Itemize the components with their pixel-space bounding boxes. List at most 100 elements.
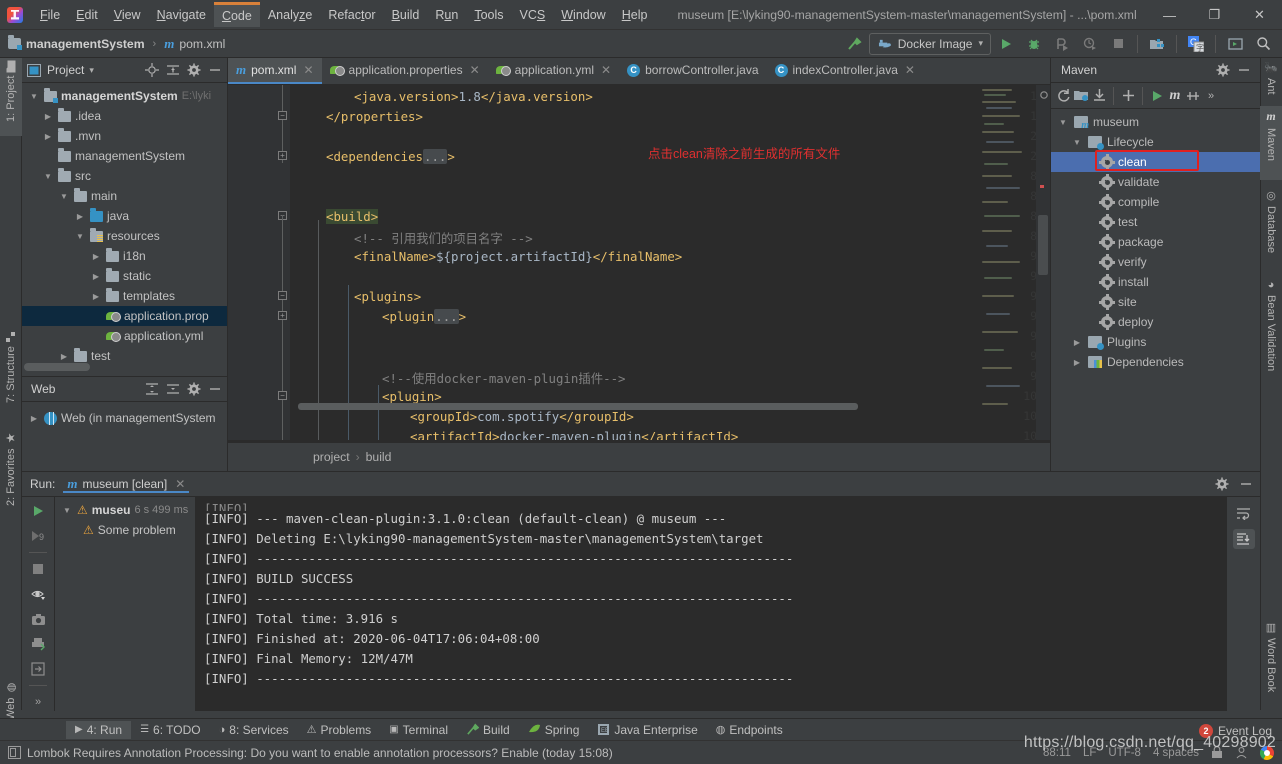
hide-panel-icon[interactable] <box>207 381 223 397</box>
more-options-icon[interactable]: » <box>1203 88 1219 104</box>
maven-tree[interactable]: ▼ museum ▼ Lifecycle clean validate comp… <box>1051 109 1260 372</box>
run-test-tree[interactable]: ▼ ⚠ museu 6 s 499 ms ⚠ Some problem <box>55 497 196 711</box>
generate-sources-icon[interactable] <box>1073 88 1089 104</box>
breadcrumb-project[interactable]: project <box>313 450 350 464</box>
tree-item-src[interactable]: ▼ src <box>22 166 227 186</box>
maven-goal-validate[interactable]: validate <box>1051 172 1260 192</box>
close-button[interactable]: ✕ <box>1237 0 1282 30</box>
hide-panel-icon[interactable] <box>1238 476 1254 492</box>
tree-item-i18n[interactable]: ▶ i18n <box>22 246 227 266</box>
run-maven-goal-icon[interactable] <box>1149 88 1165 104</box>
menu-help[interactable]: Help <box>614 4 656 26</box>
maven-goal-deploy[interactable]: deploy <box>1051 312 1260 332</box>
menu-code[interactable]: Code <box>214 2 260 27</box>
bottom-tab-run[interactable]: ▶ 4: Run <box>66 721 131 739</box>
bottom-tab-endpoints[interactable]: ◍ Endpoints <box>707 721 792 739</box>
maven-goal-verify[interactable]: verify <box>1051 252 1260 272</box>
expand-arrow-icon[interactable]: ▼ <box>58 192 70 201</box>
search-icon[interactable] <box>1250 32 1276 56</box>
sidebar-tab-favorites[interactable]: 2: Favorites ★ <box>0 428 22 528</box>
close-icon[interactable]: ✕ <box>303 63 313 77</box>
breadcrumb-file[interactable]: pom.xml <box>179 37 225 51</box>
debug-button[interactable] <box>1021 32 1047 56</box>
tree-item-mvn[interactable]: ▶ .mvn <box>22 126 227 146</box>
add-maven-project-icon[interactable] <box>1120 88 1136 104</box>
maven-goal-install[interactable]: install <box>1051 272 1260 292</box>
tree-item-application-yml[interactable]: application.yml <box>22 326 227 346</box>
menu-run[interactable]: Run <box>427 4 466 26</box>
download-sources-icon[interactable] <box>1091 88 1107 104</box>
tree-item-managementsystem-sub[interactable]: managementSystem <box>22 146 227 166</box>
fold-collapse-icon[interactable]: − <box>278 111 287 120</box>
gear-icon[interactable] <box>186 62 202 78</box>
menu-tools[interactable]: Tools <box>466 4 511 26</box>
scroll-to-end-icon[interactable] <box>28 660 48 678</box>
close-icon[interactable]: ✕ <box>470 63 480 77</box>
editor-minimap[interactable] <box>978 85 1036 440</box>
export-screenshot-icon[interactable] <box>28 610 48 628</box>
menu-build[interactable]: Build <box>384 4 428 26</box>
breadcrumb[interactable]: managementSystem › m pom.xml <box>0 36 225 52</box>
breadcrumb-build[interactable]: build <box>366 450 392 464</box>
execute-maven-goal-icon[interactable]: m <box>1167 88 1183 104</box>
expand-arrow-icon[interactable]: ▼ <box>61 506 73 515</box>
tree-item-templates[interactable]: ▶ templates <box>22 286 227 306</box>
maven-goal-package[interactable]: package <box>1051 232 1260 252</box>
code-editor[interactable]: 18 19 20 21 86 87 88 89 90 91 92 93 97 9… <box>228 85 1050 440</box>
close-icon[interactable]: ✕ <box>601 63 611 77</box>
close-icon[interactable]: ✕ <box>175 477 185 491</box>
maven-item-dependencies[interactable]: ▶ Dependencies <box>1051 352 1260 372</box>
bottom-tab-build[interactable]: Build <box>457 721 519 739</box>
sidebar-tab-database[interactable]: ◎ Database <box>1260 186 1282 270</box>
reimport-icon[interactable] <box>1055 88 1071 104</box>
expand-arrow-icon[interactable]: ▶ <box>1071 338 1083 347</box>
close-icon[interactable]: ✕ <box>905 63 915 77</box>
run-tab-museum-clean[interactable]: m museum [clean] ✕ <box>63 476 189 492</box>
rerun-icon[interactable] <box>28 502 48 520</box>
maven-goal-site[interactable]: site <box>1051 292 1260 312</box>
run-with-coverage-button[interactable] <box>1049 32 1075 56</box>
build-hammer-icon[interactable] <box>841 32 867 56</box>
expand-all-icon[interactable] <box>144 381 160 397</box>
editor-error-stripe[interactable] <box>1036 85 1050 440</box>
scroll-to-end-icon[interactable] <box>1233 529 1255 549</box>
tab-application-properties[interactable]: application.properties ✕ <box>322 58 488 84</box>
maven-item-lifecycle[interactable]: ▼ Lifecycle <box>1051 132 1260 152</box>
collapse-all-icon[interactable] <box>165 62 181 78</box>
chevron-down-icon[interactable]: ▾ <box>89 65 94 76</box>
tree-item-idea[interactable]: ▶ .idea <box>22 106 227 126</box>
sidebar-tab-project[interactable]: 1: Project <box>0 58 22 136</box>
bottom-tab-spring[interactable]: Spring <box>519 721 589 739</box>
maven-item-plugins[interactable]: ▶ Plugins <box>1051 332 1260 352</box>
expand-arrow-icon[interactable]: ▶ <box>90 272 102 281</box>
gear-icon[interactable] <box>1214 476 1230 492</box>
stop-icon[interactable] <box>28 560 48 578</box>
scroll-thumb[interactable] <box>1038 215 1048 275</box>
breadcrumb-module[interactable]: managementSystem <box>26 37 145 51</box>
terminal-toggle-icon[interactable] <box>1222 32 1248 56</box>
toggle-skip-tests-icon[interactable] <box>1185 88 1201 104</box>
expand-arrow-icon[interactable]: ▼ <box>42 172 54 181</box>
bottom-tab-terminal[interactable]: ▣ Terminal <box>380 721 457 739</box>
tree-item-static[interactable]: ▶ static <box>22 266 227 286</box>
editor-horizontal-scrollbar[interactable] <box>298 403 858 410</box>
profile-button[interactable] <box>1077 32 1103 56</box>
run-button[interactable] <box>993 32 1019 56</box>
hide-panel-icon[interactable] <box>207 62 223 78</box>
tree-item-main[interactable]: ▼ main <box>22 186 227 206</box>
sidebar-tab-structure[interactable]: 7: Structure <box>0 328 22 423</box>
tab-application-yml[interactable]: application.yml ✕ <box>488 58 619 84</box>
expand-arrow-icon[interactable]: ▶ <box>42 112 54 121</box>
expand-arrow-icon[interactable]: ▶ <box>42 132 54 141</box>
tab-indexcontroller-java[interactable]: C indexController.java ✕ <box>767 58 923 84</box>
run-tree-root[interactable]: ▼ ⚠ museu 6 s 499 ms <box>55 500 195 520</box>
editor-gutter[interactable] <box>228 85 290 440</box>
menu-window[interactable]: Window <box>553 4 613 26</box>
rerun-failed-tests-icon[interactable]: 9 <box>28 527 48 545</box>
tab-borrowcontroller-java[interactable]: C borrowController.java <box>619 58 766 84</box>
menu-edit[interactable]: Edit <box>68 4 106 26</box>
tree-item-application-properties[interactable]: application.prop <box>22 306 227 326</box>
menu-file[interactable]: FFileile <box>32 4 68 26</box>
soft-wrap-eye-icon[interactable] <box>28 585 48 603</box>
project-structure-icon[interactable] <box>1144 32 1170 56</box>
